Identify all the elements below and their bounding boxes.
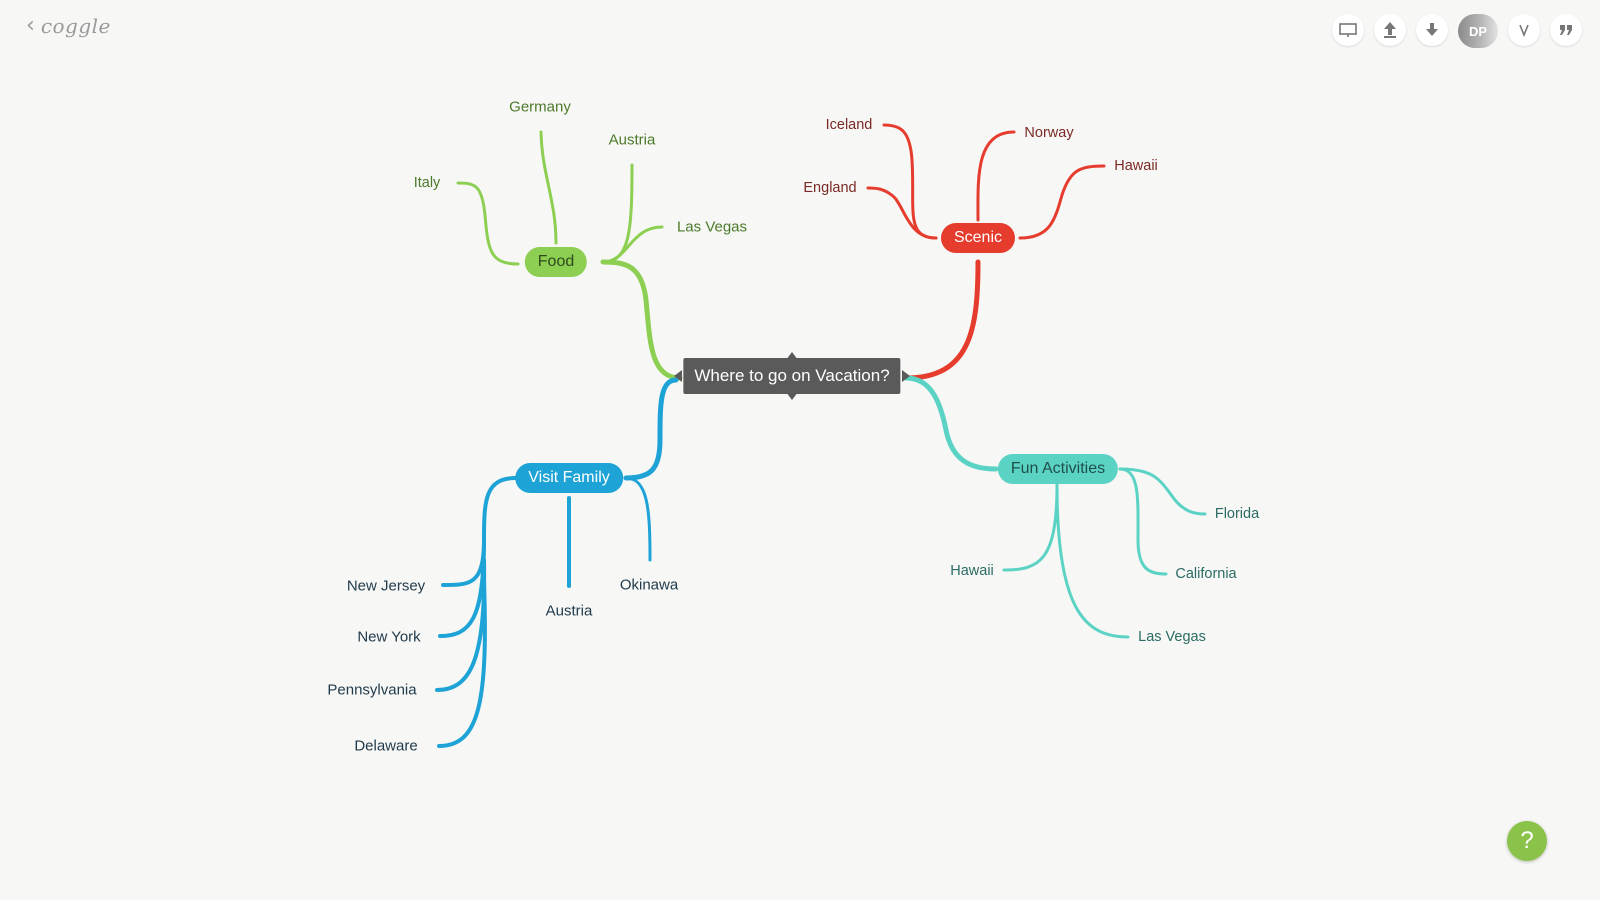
leaf-family-delaware[interactable]: Delaware	[354, 738, 417, 755]
fun-activities-branch-lines	[903, 375, 1207, 639]
leaf-scenic-iceland[interactable]: Iceland	[826, 117, 873, 133]
root-node[interactable]: Where to go on Vacation?	[683, 358, 901, 394]
leaf-food-italy[interactable]: Italy	[414, 175, 441, 191]
leaf-family-okinawa[interactable]: Okinawa	[620, 577, 678, 594]
branch-node-food[interactable]: Food	[524, 247, 588, 277]
visit-family-branch-lines	[435, 377, 679, 748]
leaf-fun-california[interactable]: California	[1175, 566, 1236, 582]
leaf-scenic-norway[interactable]: Norway	[1024, 125, 1073, 141]
leaf-family-pennsylvania[interactable]: Pennsylvania	[327, 682, 416, 699]
leaf-fun-hawaii[interactable]: Hawaii	[950, 563, 994, 579]
mind-map-canvas[interactable]	[0, 0, 1600, 900]
leaf-family-austria[interactable]: Austria	[546, 603, 593, 620]
branch-node-fun-activities[interactable]: Fun Activities	[997, 454, 1119, 484]
leaf-scenic-england[interactable]: England	[803, 180, 856, 196]
leaf-fun-florida[interactable]: Florida	[1215, 506, 1259, 522]
help-button[interactable]: ?	[1507, 821, 1547, 861]
leaf-food-las-vegas[interactable]: Las Vegas	[677, 219, 747, 236]
leaf-food-austria[interactable]: Austria	[609, 132, 656, 149]
leaf-family-new-jersey[interactable]: New Jersey	[347, 578, 425, 595]
leaf-food-germany[interactable]: Germany	[509, 99, 571, 116]
leaf-family-new-york[interactable]: New York	[357, 629, 420, 646]
leaf-fun-las-vegas[interactable]: Las Vegas	[1138, 629, 1206, 645]
branch-node-scenic[interactable]: Scenic	[940, 223, 1016, 253]
branch-node-visit-family[interactable]: Visit Family	[515, 463, 623, 493]
leaf-scenic-hawaii[interactable]: Hawaii	[1114, 158, 1158, 174]
